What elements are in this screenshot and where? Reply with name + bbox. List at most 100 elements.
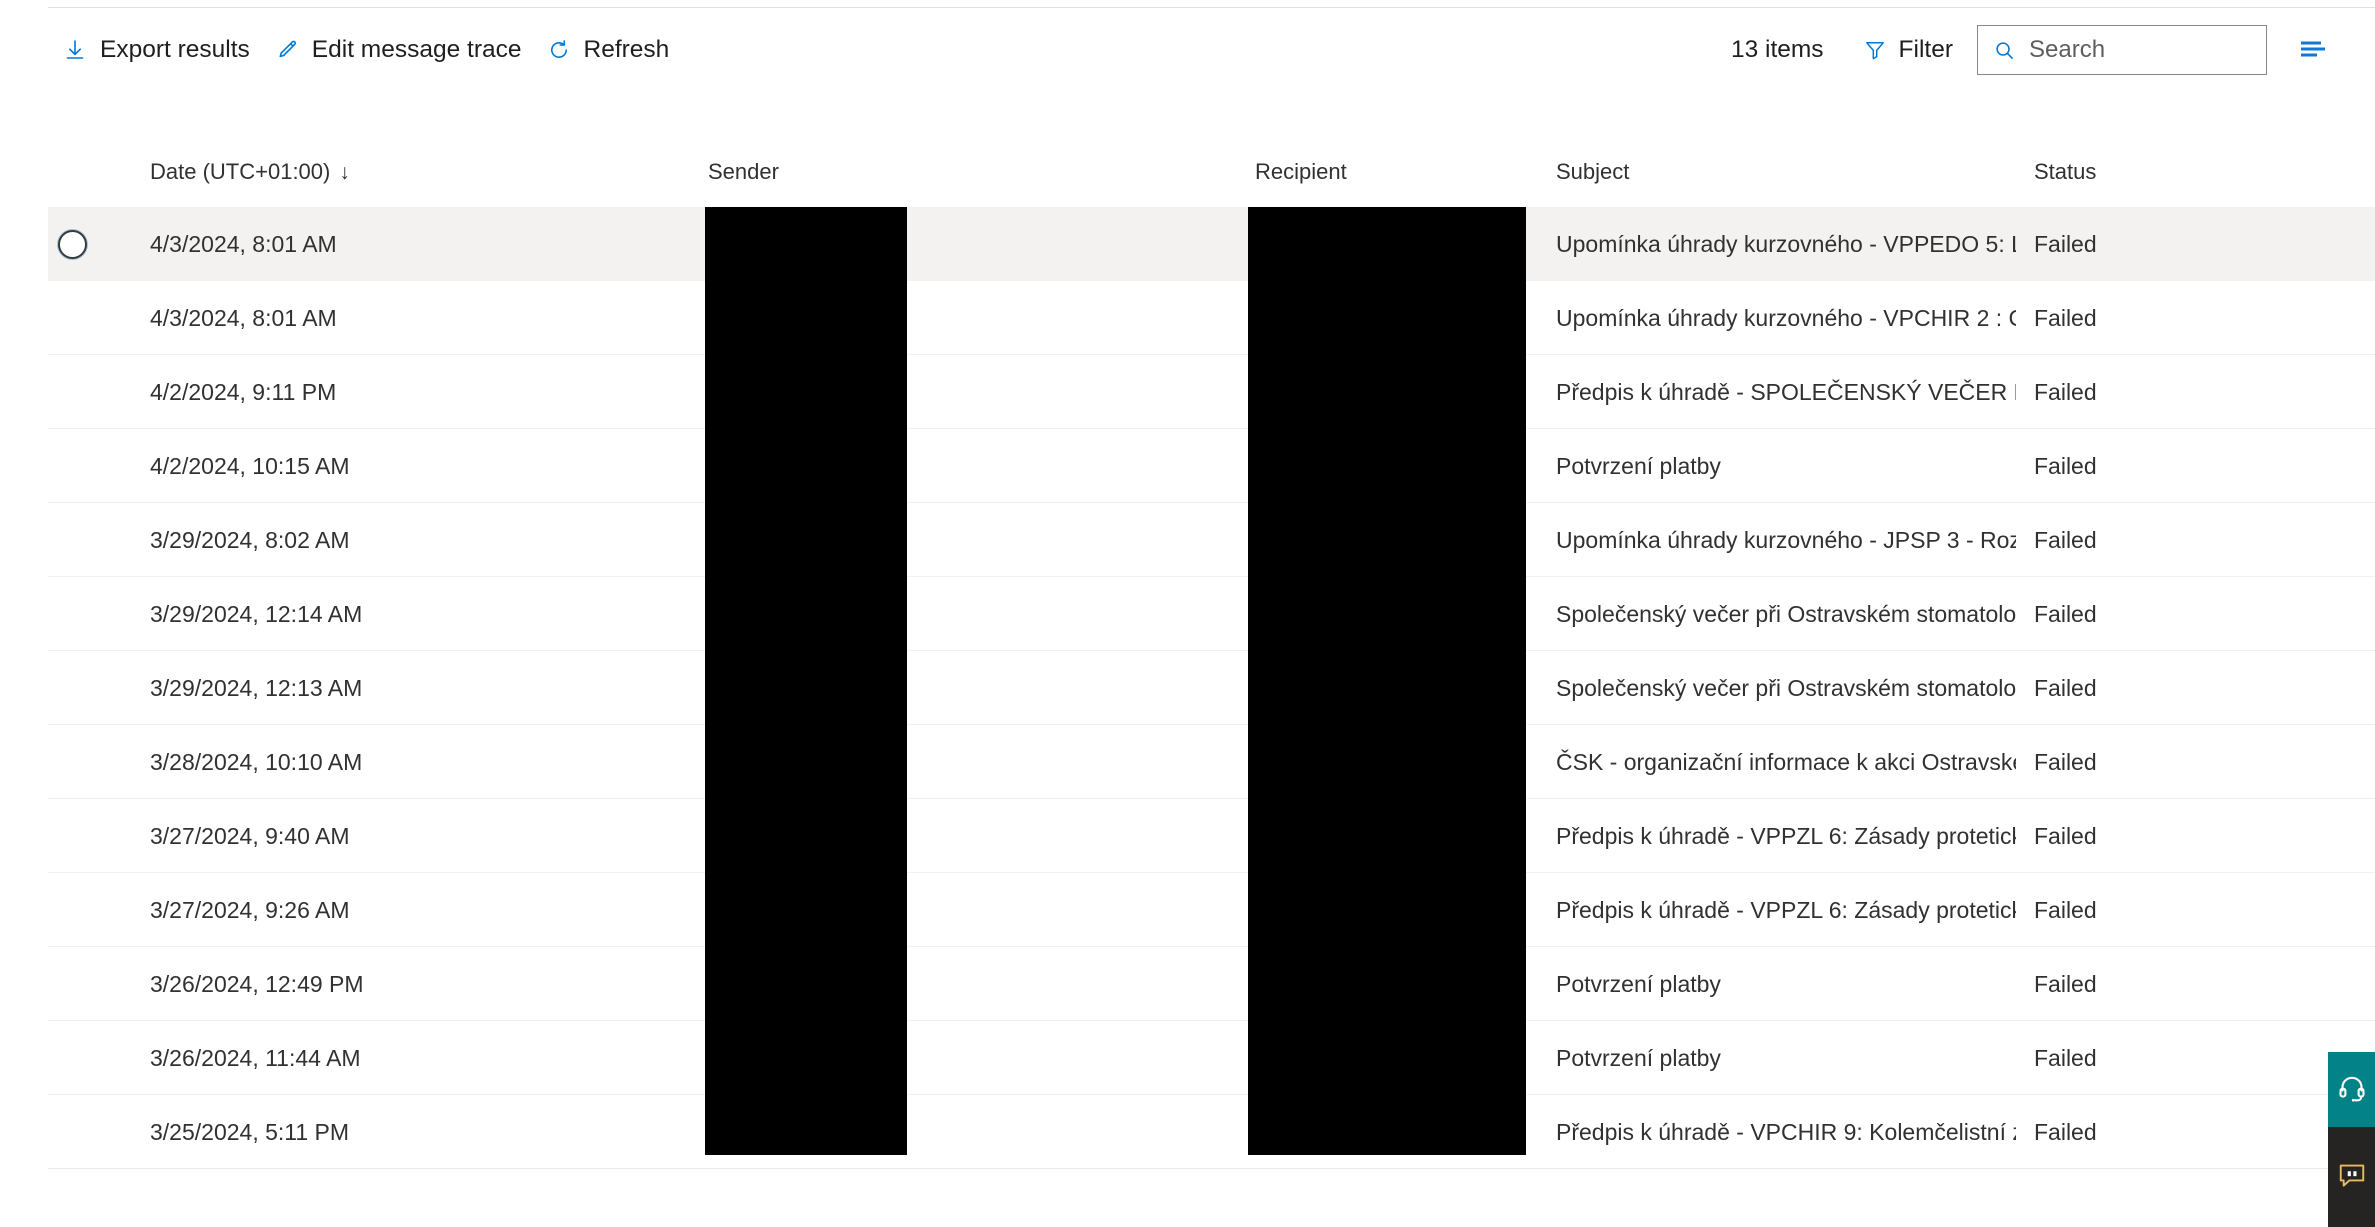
cell-recipient: [1255, 207, 1545, 281]
cell-recipient: [1255, 281, 1545, 355]
feedback-button[interactable]: [2328, 1127, 2375, 1227]
cell-subject: Upomínka úhrady kurzovného - VPCHIR 2 : …: [1556, 304, 2016, 331]
cell-recipient: [1255, 355, 1545, 429]
cell-status: Failed: [2034, 378, 2097, 405]
command-bar-right-group: 13 items Filter: [1731, 25, 2375, 75]
column-header-subject[interactable]: Subject: [1556, 159, 1629, 185]
cell-date: 3/26/2024, 12:49 PM: [150, 970, 364, 997]
cell-date: 4/3/2024, 8:01 AM: [150, 304, 337, 331]
table-row[interactable]: 3/28/2024, 10:10 AM ČSK - organizační inf…: [48, 725, 2375, 799]
cell-date: 3/25/2024, 5:11 PM: [150, 1118, 350, 1145]
cell-recipient: [1255, 725, 1545, 799]
cell-sender: [708, 1021, 1238, 1095]
cell-subject: Potvrzení platby: [1556, 970, 1721, 997]
table-row[interactable]: 3/27/2024, 9:26 AM Předpis k úhradě - VPP…: [48, 873, 2375, 947]
cell-status: Failed: [2034, 1044, 2097, 1071]
support-button[interactable]: [2328, 1052, 2375, 1127]
pencil-icon: [274, 37, 300, 63]
funnel-icon: [1862, 37, 1888, 63]
feedback-chat-icon: [2337, 1162, 2367, 1192]
column-header-recipient-label: Recipient: [1255, 159, 1347, 184]
cell-recipient: [1255, 429, 1545, 503]
cell-date: 3/29/2024, 12:13 AM: [150, 674, 363, 701]
table-row[interactable]: 3/29/2024, 12:14 AM Společenský večer při…: [48, 577, 2375, 651]
radio-circle-icon: [57, 229, 87, 259]
table-row[interactable]: 4/3/2024, 8:01 AM Upomínka úhrady kurzovn…: [48, 207, 2375, 281]
column-header-sender-label: Sender: [708, 159, 779, 184]
cell-recipient: [1255, 947, 1545, 1021]
table-row[interactable]: 3/25/2024, 5:11 PM Předpis k úhradě - VPC…: [48, 1095, 2375, 1169]
cell-recipient: [1255, 503, 1545, 577]
table-row[interactable]: 3/29/2024, 12:13 AM Společenský večer při…: [48, 651, 2375, 725]
table-body: 4/3/2024, 8:01 AM Upomínka úhrady kurzovn…: [0, 207, 2375, 1169]
list-view-toggle-button[interactable]: [2285, 25, 2341, 75]
command-bar-left-group: Export results Edit message trace Refres…: [0, 29, 683, 71]
cell-subject: Potvrzení platby: [1556, 452, 1721, 479]
table-row[interactable]: 4/2/2024, 10:15 AM Potvrzení platby Failed: [48, 429, 2375, 503]
cell-subject: ČSK - organizační informace k akci Ostra…: [1556, 748, 2016, 775]
column-header-date-label: Date (UTC+01:00): [150, 159, 331, 184]
cell-date: 3/29/2024, 12:14 AM: [150, 600, 363, 627]
cell-sender: [708, 207, 1238, 281]
search-input[interactable]: [2029, 36, 2256, 64]
refresh-icon: [546, 37, 572, 63]
column-header-sender[interactable]: Sender: [708, 159, 779, 185]
download-icon: [62, 37, 88, 63]
column-header-status[interactable]: Status: [2034, 159, 2096, 185]
export-results-button[interactable]: Export results: [52, 29, 264, 71]
table-row[interactable]: 4/3/2024, 8:01 AM Upomínka úhrady kurzovn…: [48, 281, 2375, 355]
cell-sender: [708, 799, 1238, 873]
cell-date: 3/27/2024, 9:26 AM: [150, 896, 350, 923]
cell-recipient: [1255, 1095, 1545, 1169]
sort-descending-icon: ↓: [339, 160, 350, 184]
list-view-icon: [2298, 38, 2328, 63]
cell-date: 3/27/2024, 9:40 AM: [150, 822, 350, 849]
command-bar: Export results Edit message trace Refres…: [0, 8, 2375, 92]
cell-status: Failed: [2034, 748, 2097, 775]
export-results-label: Export results: [100, 35, 250, 63]
cell-status: Failed: [2034, 452, 2097, 479]
cell-date: 4/2/2024, 9:11 PM: [150, 378, 337, 405]
cell-status: Failed: [2034, 1118, 2097, 1145]
cell-sender: [708, 651, 1238, 725]
column-headers-row: Date (UTC+01:00) ↓ Sender Recipient Subj…: [0, 137, 2375, 207]
cell-subject: Potvrzení platby: [1556, 1044, 1721, 1071]
cell-recipient: [1255, 1021, 1545, 1095]
cell-date: 4/2/2024, 10:15 AM: [150, 452, 350, 479]
search-icon: [1992, 39, 2016, 62]
filter-label: Filter: [1898, 35, 1953, 63]
cell-sender: [708, 947, 1238, 1021]
table-row[interactable]: 3/26/2024, 12:49 PM Potvrzení platby Faile…: [48, 947, 2375, 1021]
cell-sender: [708, 355, 1238, 429]
cell-subject: Předpis k úhradě - VPCHIR 9: Kolemčelist…: [1556, 1118, 2016, 1145]
cell-status: Failed: [2034, 230, 2097, 257]
search-box[interactable]: [1977, 25, 2267, 75]
cell-sender: [708, 503, 1238, 577]
cell-recipient: [1255, 799, 1545, 873]
cell-subject: Předpis k úhradě - VPPZL 6: Zásady prote…: [1556, 896, 2016, 923]
cell-date: 3/26/2024, 11:44 AM: [150, 1044, 361, 1071]
message-trace-results-list: Date (UTC+01:00) ↓ Sender Recipient Subj…: [0, 137, 2375, 1169]
cell-status: Failed: [2034, 896, 2097, 923]
table-row[interactable]: 3/27/2024, 9:40 AM Předpis k úhradě - VPP…: [48, 799, 2375, 873]
row-select-radio[interactable]: [48, 207, 96, 281]
cell-status: Failed: [2034, 674, 2097, 701]
cell-sender: [708, 577, 1238, 651]
cell-sender: [708, 1095, 1238, 1169]
table-row[interactable]: 3/29/2024, 8:02 AM Upomínka úhrady kurzov…: [48, 503, 2375, 577]
table-row[interactable]: 4/2/2024, 9:11 PM Předpis k úhradě - SPOL…: [48, 355, 2375, 429]
edit-message-trace-button[interactable]: Edit message trace: [264, 29, 536, 71]
cell-status: Failed: [2034, 970, 2097, 997]
edit-message-trace-label: Edit message trace: [311, 35, 522, 63]
column-header-recipient[interactable]: Recipient: [1255, 159, 1347, 185]
column-header-date[interactable]: Date (UTC+01:00) ↓: [150, 159, 350, 185]
refresh-button[interactable]: Refresh: [536, 29, 684, 71]
table-row[interactable]: 3/26/2024, 11:44 AM Potvrzení platby Faile…: [48, 1021, 2375, 1095]
cell-status: Failed: [2034, 526, 2097, 553]
headset-icon: [2337, 1073, 2367, 1106]
refresh-label: Refresh: [583, 35, 670, 63]
items-count-label: 13 items: [1730, 36, 1824, 63]
cell-date: 4/3/2024, 8:01 AM: [150, 230, 337, 257]
cell-recipient: [1255, 651, 1545, 725]
filter-button[interactable]: Filter: [1850, 29, 1965, 71]
